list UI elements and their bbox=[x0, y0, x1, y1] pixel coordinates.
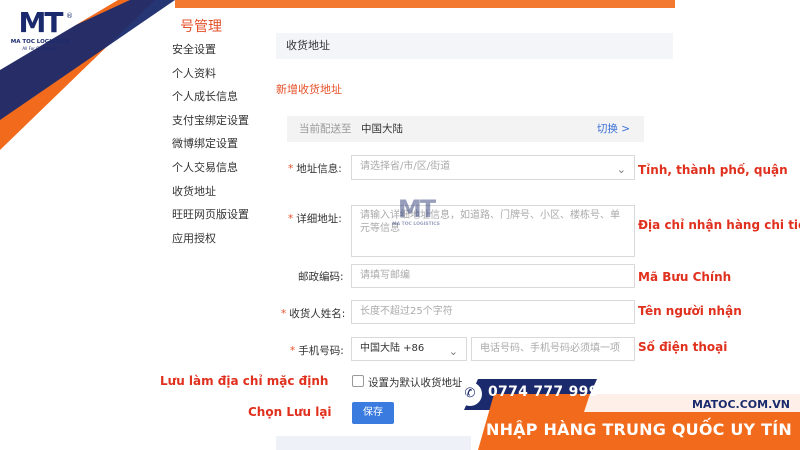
watermark-mark: MT bbox=[397, 195, 436, 223]
site-url[interactable]: MATOC.COM.VN bbox=[692, 398, 790, 411]
address-select-placeholder: 请选择省/市/区/街道 bbox=[360, 161, 451, 172]
sidebar-item-growth[interactable]: 个人成长信息 bbox=[172, 87, 249, 111]
phone-icon: ✆ bbox=[458, 382, 482, 406]
sidebar-item-security[interactable]: 安全设置 bbox=[172, 40, 249, 64]
watermark-logo: MT MA TOC LOGISTICS bbox=[392, 196, 440, 227]
sidebar-item-trade-info[interactable]: 个人交易信息 bbox=[172, 158, 249, 182]
required-mark: * bbox=[288, 163, 294, 175]
sidebar-item-wangwang[interactable]: 旺旺网页版设置 bbox=[172, 205, 249, 229]
sidebar-item-alipay[interactable]: 支付宝绑定设置 bbox=[172, 111, 249, 135]
phone-label: * 手机号码: bbox=[290, 345, 344, 357]
new-address-link[interactable]: 新增收货地址 bbox=[276, 81, 342, 97]
phone-number-input[interactable]: 电话号码、手机号码必须填一项 bbox=[471, 337, 635, 361]
recipient-input[interactable]: 长度不超过25个字符 bbox=[351, 300, 635, 324]
watermark-name: MA TOC LOGISTICS bbox=[392, 222, 440, 227]
hotline-number[interactable]: 0774 777 999 bbox=[488, 384, 599, 400]
phone-country-code: 中国大陆 +86 bbox=[360, 343, 425, 354]
annotation-recipient: Tên người nhận bbox=[638, 304, 742, 318]
sidebar-menu: 安全设置 个人资料 个人成长信息 支付宝绑定设置 微博绑定设置 个人交易信息 收… bbox=[172, 40, 249, 252]
region-label: 当前配送至 bbox=[299, 123, 352, 135]
address-select[interactable]: 请选择省/市/区/街道 ⌄ bbox=[351, 155, 635, 180]
banner-shapes bbox=[464, 379, 800, 450]
section-title: 收货地址 bbox=[276, 33, 673, 59]
sidebar-item-app-auth[interactable]: 应用授权 bbox=[172, 229, 249, 253]
region-bar: 当前配送至 中国大陆 切换 > bbox=[287, 116, 644, 142]
top-brand-strip bbox=[175, 0, 675, 8]
sidebar-item-profile[interactable]: 个人资料 bbox=[172, 64, 249, 88]
sidebar-item-address[interactable]: 收货地址 bbox=[172, 182, 249, 206]
phone-country-select[interactable]: 中国大陆 +86 ⌄ bbox=[351, 337, 467, 361]
annotation-province: Tỉnh, thành phố, quận bbox=[638, 163, 788, 177]
region-switch-link[interactable]: 切换 > bbox=[597, 116, 630, 142]
detail-address-label: * 详细地址: bbox=[288, 213, 342, 225]
recipient-label: * 收货人姓名: bbox=[281, 308, 346, 320]
sidebar-title: 号管理 bbox=[180, 19, 222, 35]
address-info-label: * 地址信息: bbox=[288, 163, 342, 175]
postcode-label: 邮政编码: bbox=[298, 271, 344, 283]
region-value: 中国大陆 bbox=[361, 123, 403, 135]
postcode-input[interactable]: 请填写邮编 bbox=[351, 264, 635, 288]
bottom-banner bbox=[0, 378, 800, 450]
sidebar-item-weibo[interactable]: 微博绑定设置 bbox=[172, 134, 249, 158]
logo-name: MA TOC LOGISTICS bbox=[10, 39, 70, 45]
annotation-phone: Số điện thoại bbox=[638, 340, 728, 354]
banner-tagline: NHẬP HÀNG TRUNG QUỐC UY TÍN bbox=[486, 420, 792, 439]
annotation-postcode: Mã Bưu Chính bbox=[638, 270, 732, 284]
annotation-detail: Địa chỉ nhận hàng chi tiết bbox=[638, 218, 800, 232]
chevron-down-icon: ⌄ bbox=[616, 163, 626, 176]
logo-slogan: All For Customers bbox=[22, 46, 58, 51]
chevron-down-icon: ⌄ bbox=[448, 345, 458, 358]
logo-mark: MT bbox=[18, 6, 64, 39]
logo-registered-mark: ® bbox=[66, 12, 73, 20]
brand-logo: MT ® MA TOC LOGISTICS All For Customers bbox=[10, 6, 73, 52]
